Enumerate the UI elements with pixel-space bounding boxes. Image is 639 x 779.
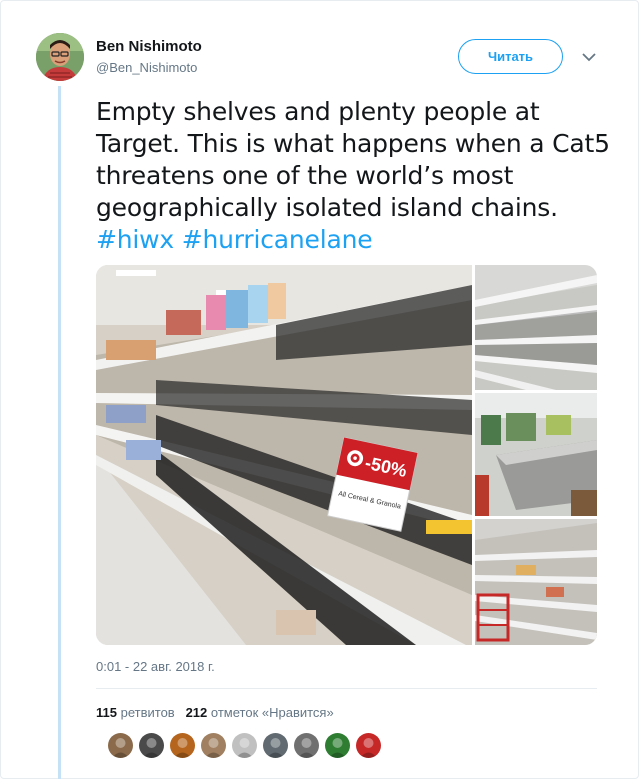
retweets-label: ретвитов — [120, 705, 175, 720]
divider — [96, 688, 597, 689]
likes-label: отметок «Нравится» — [210, 705, 334, 720]
photo-main[interactable]: -50% All Cereal & Granola — [96, 265, 472, 645]
liker-avatar[interactable] — [325, 733, 350, 758]
liker-avatar[interactable] — [263, 733, 288, 758]
tweet-timestamp[interactable]: 0:01 - 22 авг. 2018 г. — [96, 659, 215, 674]
retweets-stat[interactable]: 115 ретвитов — [96, 705, 175, 720]
chevron-down-icon[interactable] — [580, 48, 598, 66]
tweet-body: Empty shelves and plenty people at Targe… — [96, 97, 610, 222]
liker-avatar[interactable] — [108, 733, 133, 758]
hashtag-hurricanelane[interactable]: #hurricanelane — [182, 225, 373, 254]
thread-line — [58, 86, 61, 779]
retweets-count: 115 — [96, 705, 117, 720]
liker-avatar[interactable] — [201, 733, 226, 758]
tweet-stats: 115 ретвитов 212 отметок «Нравится» — [96, 705, 334, 720]
photo-aisle[interactable] — [475, 265, 597, 390]
author-handle[interactable]: @Ben_Nishimoto — [96, 60, 197, 75]
liker-avatar[interactable] — [139, 733, 164, 758]
likes-count: 212 — [185, 705, 208, 720]
media-grid: -50% All Cereal & Granola — [96, 265, 597, 645]
tweet-text: Empty shelves and plenty people at Targe… — [96, 96, 616, 256]
liker-avatars — [108, 733, 381, 758]
liker-avatar[interactable] — [294, 733, 319, 758]
likes-stat[interactable]: 212 отметок «Нравится» — [186, 705, 334, 720]
liker-avatar[interactable] — [170, 733, 195, 758]
author-name[interactable]: Ben Nishimoto — [96, 38, 202, 55]
photo-cart-aisle[interactable] — [475, 519, 597, 645]
hashtag-hiwx[interactable]: #hiwx — [96, 225, 174, 254]
liker-avatar[interactable] — [232, 733, 257, 758]
liker-avatar[interactable] — [356, 733, 381, 758]
avatar[interactable] — [36, 33, 84, 81]
follow-button[interactable]: Читать — [458, 39, 563, 74]
photo-produce[interactable] — [475, 393, 597, 516]
